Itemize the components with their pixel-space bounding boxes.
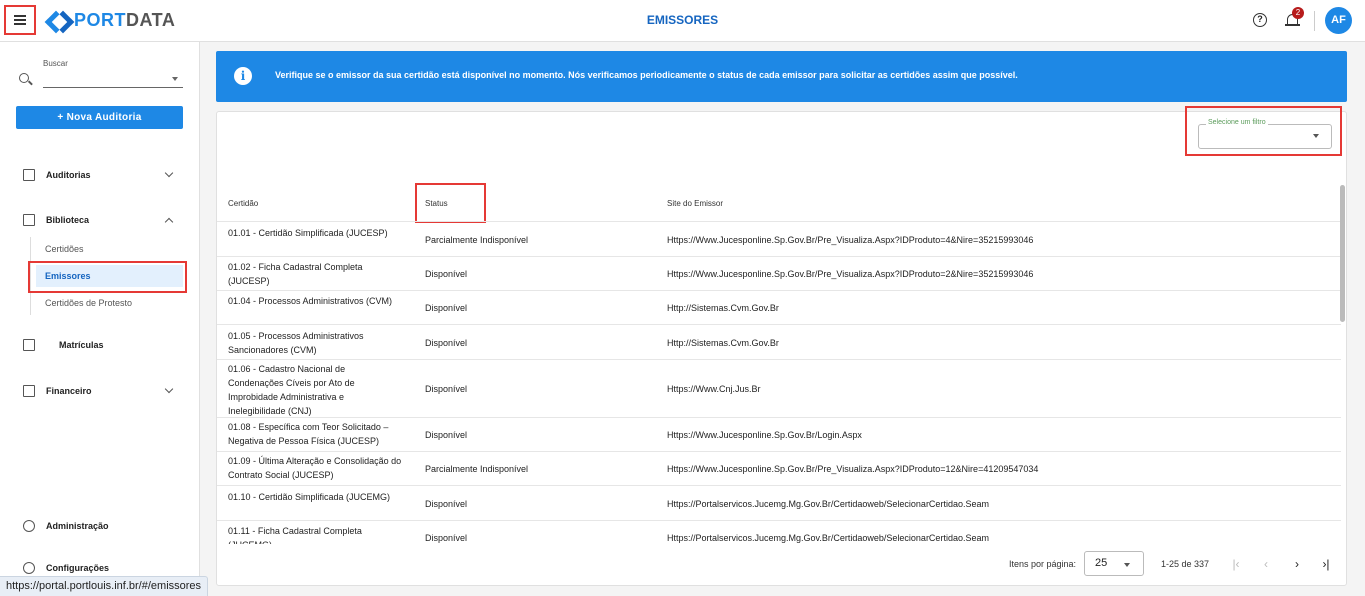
sidebar-item-biblioteca[interactable]: Biblioteca (0, 208, 199, 232)
chevron-up-icon (164, 217, 174, 227)
sidebar-item-auditorias[interactable]: Auditorias (0, 163, 199, 187)
info-icon: i (234, 67, 252, 85)
logo[interactable]: PORTDATA (46, 9, 175, 31)
cell-status: Parcialmente Indisponível (425, 464, 529, 474)
emissores-highlight-box (28, 261, 187, 293)
cell-status: Disponível (425, 269, 468, 279)
page-size-dropdown-icon (1124, 563, 1130, 567)
cell-site[interactable]: Http://Sistemas.Cvm.Gov.Br (667, 301, 779, 315)
chevron-down-icon (164, 168, 174, 178)
status-highlight-box (415, 183, 486, 223)
sidebar-item-administracao[interactable]: Administração (0, 514, 199, 538)
next-page-button[interactable]: › (1289, 556, 1305, 572)
cell-site[interactable]: Https://Www.Jucesponline.Sp.Gov.Br/Pre_V… (667, 233, 1033, 247)
gear-icon (23, 562, 35, 574)
cell-site[interactable]: Http://Sistemas.Cvm.Gov.Br (667, 336, 779, 350)
cell-certidao: 01.08 - Específica com Teor Solicitado –… (228, 422, 389, 446)
sidebar-item-label: Biblioteca (46, 215, 90, 225)
table-row[interactable]: 01.06 - Cadastro Nacional de Condenações… (217, 359, 1341, 417)
cell-certidao: 01.05 - Processos Administrativos Sancio… (228, 330, 364, 355)
items-per-page-label: Itens por página: (1009, 559, 1077, 569)
sidebar-item-matriculas[interactable]: Matrículas (0, 333, 199, 357)
search-icon (19, 73, 29, 83)
sidebar-item-label: Financeiro (46, 386, 92, 396)
logo-mark-icon (46, 9, 68, 31)
header-site[interactable]: Site do Emissor (667, 199, 723, 208)
document-icon (23, 169, 35, 181)
sidebar-item-label: Matrículas (59, 340, 104, 350)
cell-status: Disponível (425, 384, 468, 394)
cell-site[interactable]: Https://Portalservicos.Jucemg.Mg.Gov.Br/… (667, 497, 989, 511)
cell-site[interactable]: Https://Www.Jucesponline.Sp.Gov.Br/Pre_V… (667, 267, 1033, 281)
logo-suffix: DATA (126, 9, 176, 30)
cell-certidao: 01.10 - Certidão Simplificada (JUCEMG) (228, 491, 391, 502)
cell-certidao: 01.09 - Última Alteração e Consolidação … (228, 456, 402, 480)
library-icon (23, 214, 35, 226)
sidebar-subitem-protesto[interactable]: Certidões de Protesto (45, 298, 132, 308)
cell-site[interactable]: Https://Www.Cnj.Jus.Br (667, 382, 761, 396)
cell-status: Disponível (425, 430, 468, 440)
cell-site[interactable]: Https://Www.Jucesponline.Sp.Gov.Br/Login… (667, 428, 862, 442)
page-title: EMISSORES (646, 13, 719, 27)
search-label: Buscar (43, 59, 68, 68)
cell-site[interactable]: Https://Portalservicos.Jucemg.Mg.Gov.Br/… (667, 531, 989, 544)
user-add-icon (23, 520, 35, 532)
table-row[interactable]: 01.11 - Ficha Cadastral Completa (JUCEMG… (217, 520, 1341, 544)
table-row[interactable]: 01.09 - Última Alteração e Consolidação … (217, 451, 1341, 485)
table-row[interactable]: 01.10 - Certidão Simplificada (JUCEMG) Di… (217, 485, 1341, 520)
table-row[interactable]: 01.08 - Específica com Teor Solicitado –… (217, 417, 1341, 451)
first-page-button[interactable]: |‹ (1228, 556, 1244, 572)
last-page-button[interactable]: ›| (1318, 556, 1334, 572)
cell-status: Disponível (425, 303, 468, 313)
table-row[interactable]: 01.05 - Processos Administrativos Sancio… (217, 324, 1341, 359)
sidebar-item-label: Administração (46, 521, 109, 531)
sidebar-item-label: Auditorias (46, 170, 91, 180)
top-bar: PORTDATA EMISSORES ? 2 AF (0, 0, 1365, 42)
sidebar-item-financeiro[interactable]: Financeiro (0, 379, 199, 403)
notifications-bell-icon[interactable]: 2 (1285, 7, 1304, 29)
cell-status: Parcialmente Indisponível (425, 234, 529, 245)
user-avatar[interactable]: AF (1325, 7, 1352, 34)
sidebar-item-label: Configurações (46, 563, 110, 573)
previous-page-button[interactable]: ‹ (1258, 556, 1274, 572)
logo-prefix: PORT (74, 9, 127, 30)
cell-site[interactable]: Https://Www.Jucesponline.Sp.Gov.Br/Pre_V… (667, 462, 1038, 476)
cell-certidao: 01.01 - Certidão Simplificada (JUCESP) (228, 227, 388, 238)
cell-status: Disponível (425, 533, 468, 543)
table-row[interactable]: 01.01 - Certidão Simplificada (JUCESP) Pa… (217, 221, 1341, 256)
cell-status: Disponível (425, 498, 468, 509)
search-input[interactable] (43, 70, 183, 88)
menu-icon (14, 15, 26, 25)
table-row[interactable]: 01.04 - Processos Administrativos (CVM) D… (217, 290, 1341, 324)
cell-certidao: 01.11 - Ficha Cadastral Completa (JUCEMG… (228, 526, 362, 544)
new-audit-button[interactable]: + Nova Auditoria (16, 106, 183, 129)
page-size-select[interactable]: 25 (1084, 551, 1144, 576)
header-certidao[interactable]: Certidão (228, 199, 258, 208)
help-icon[interactable]: ? (1253, 13, 1267, 27)
notification-badge: 2 (1292, 7, 1304, 19)
money-icon (23, 385, 35, 397)
cell-status: Disponível (425, 337, 468, 348)
hamburger-menu-button[interactable] (4, 5, 36, 35)
search-dropdown-icon[interactable] (172, 77, 178, 81)
building-icon (23, 339, 35, 351)
header-divider (1314, 11, 1315, 31)
sidebar-subitem-certidoes[interactable]: Certidões (45, 244, 84, 254)
page-range: 1-25 de 337 (1161, 559, 1210, 569)
table-row[interactable]: 01.02 - Ficha Cadastral Completa (JUCESP… (217, 256, 1341, 290)
cell-certidao: 01.06 - Cadastro Nacional de Condenações… (228, 364, 355, 416)
cell-certidao: 01.04 - Processos Administrativos (CVM) (228, 296, 393, 306)
status-bar-url: https://portal.portlouis.inf.br/#/emisso… (0, 576, 209, 596)
cell-certidao: 01.02 - Ficha Cadastral Completa (JUCESP… (228, 262, 363, 286)
chevron-down-icon (164, 384, 174, 394)
table-scrollbar[interactable] (1340, 185, 1345, 322)
info-banner-text: Verifique se o emissor da sua certidão e… (275, 70, 1018, 80)
filter-highlight-box (1185, 106, 1342, 156)
